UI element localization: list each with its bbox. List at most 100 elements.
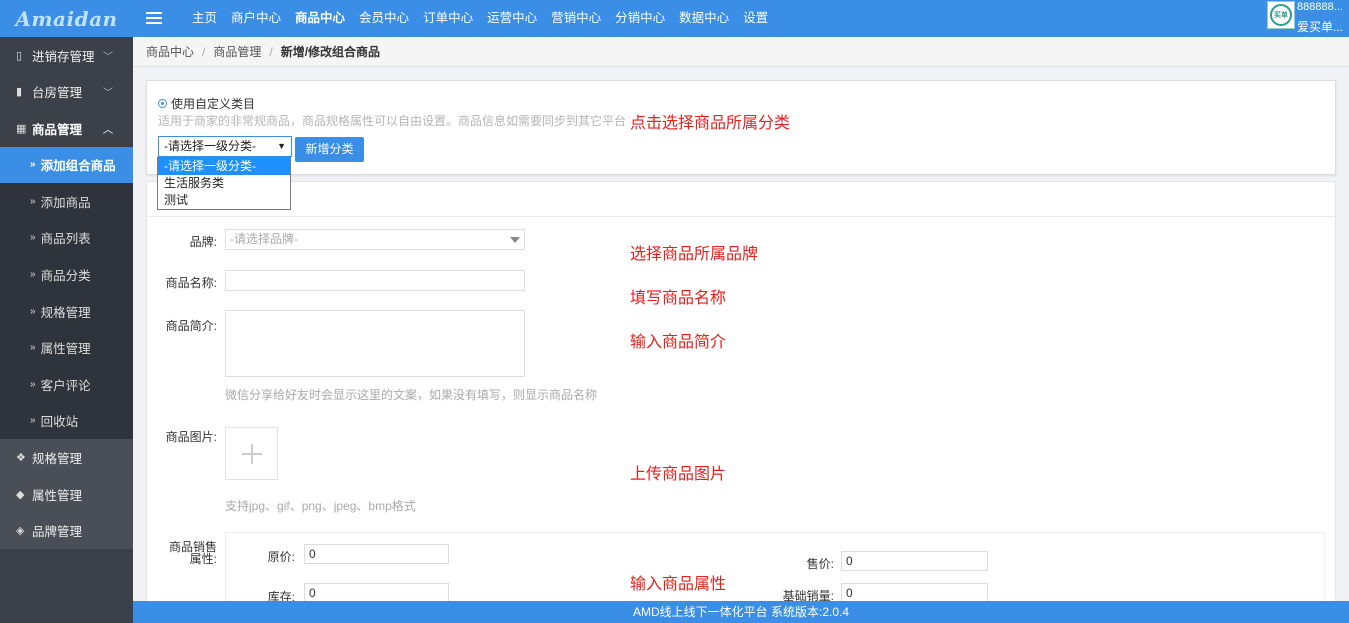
caret-down-icon: ▼	[277, 141, 286, 151]
avatar[interactable]: 买单	[1267, 1, 1295, 29]
sidebar-submenu: » 添加组合商品 » 添加商品 » 商品列表 » 商品分类 » 规格管理 » 属性管理 » 客…	[0, 146, 133, 440]
nav-product[interactable]: 商品中心	[288, 0, 352, 37]
nav-distribution[interactable]: 分销中心	[608, 0, 672, 37]
nav-data[interactable]: 数据中心	[672, 0, 736, 37]
nav-member[interactable]: 会员中心	[352, 0, 416, 37]
sidebar-group-attr[interactable]: ◆ 属性管理	[0, 476, 133, 513]
orig-price-input[interactable]: 0	[304, 544, 449, 564]
custom-category-radio[interactable]: 使用自定义类目	[158, 95, 255, 112]
sidebar-group-room[interactable]: ▮ 台房管理 ﹀	[0, 74, 133, 111]
note-intro: 输入商品简介	[630, 334, 727, 351]
sidebar-item-attr[interactable]: » 属性管理	[0, 329, 133, 366]
sidebar-item-label: 属性管理	[40, 342, 91, 357]
user-menu[interactable]: 买单 888888... 爱买单...	[1265, 0, 1349, 37]
sidebar-group-brand[interactable]: ◈ 品牌管理	[0, 512, 133, 549]
name-label: 商品名称:	[165, 276, 217, 290]
note-attrs: 输入商品属性	[630, 576, 727, 593]
sidebar: ▯ 进销存管理 ﹀ ▮ 台房管理 ﹀ ▦ 商品管理 ︿ » 添加组合商品 » 添加商…	[0, 37, 133, 623]
upload-image-button[interactable]	[225, 427, 278, 480]
brand-select[interactable]: -请选择品牌-	[225, 229, 525, 250]
sidebar-group-label: 商品管理	[32, 122, 83, 137]
sidebar-group-spec[interactable]: ❖ 规格管理	[0, 439, 133, 476]
cubes-icon: ❖	[16, 452, 26, 464]
sidebar-item-label: 回收站	[40, 415, 79, 430]
nav-home[interactable]: 主页	[185, 0, 224, 37]
nav-merchant[interactable]: 商户中心	[224, 0, 288, 37]
base-sales-input[interactable]: 0	[841, 583, 988, 601]
breadcrumb-current: 新增/修改组合商品	[280, 45, 381, 59]
double-arrow-icon: »	[30, 269, 36, 281]
add-category-button[interactable]: 新增分类	[295, 137, 364, 162]
user-name: 爱买单...	[1297, 20, 1344, 34]
chevron-down-icon: ﹀	[103, 51, 113, 63]
top-bar: Amaidan 主页 商户中心 商品中心 会员中心 订单中心 运营中心 营销中心…	[0, 0, 1349, 37]
main-content: 使用自定义类目 适用于商家的非常规商品，商品规格属性可以自由设置。商品信息如需要…	[133, 67, 1349, 601]
sidebar-item-recycle[interactable]: » 回收站	[0, 403, 133, 440]
double-arrow-icon: »	[30, 415, 36, 427]
sidebar-item-reviews[interactable]: » 客户评论	[0, 366, 133, 403]
nav-operation[interactable]: 运营中心	[480, 0, 544, 37]
logo[interactable]: Amaidan	[0, 0, 133, 37]
category-option[interactable]: 生活服务类	[158, 175, 290, 192]
note-image: 上传商品图片	[630, 466, 727, 483]
stock-input[interactable]: 0	[304, 583, 449, 601]
nav-settings[interactable]: 设置	[736, 0, 775, 37]
sidebar-bottom-groups: ❖ 规格管理 ◆ 属性管理 ◈ 品牌管理	[0, 439, 133, 549]
double-arrow-icon: »	[30, 195, 36, 207]
breadcrumb-item[interactable]: 商品管理	[213, 43, 261, 60]
sidebar-group-label: 品牌管理	[32, 525, 83, 539]
double-arrow-icon: »	[30, 378, 36, 390]
category-option[interactable]: -请选择一级分类-	[158, 158, 290, 175]
sidebar-group-product[interactable]: ▦ 商品管理 ︿	[0, 110, 133, 147]
orig-price-label: 原价:	[267, 550, 295, 564]
breadcrumb-item[interactable]: 商品中心	[146, 43, 194, 60]
category-option[interactable]: 测试	[158, 192, 290, 209]
sidebar-item-product-list[interactable]: » 商品列表	[0, 220, 133, 257]
footer: AMD线上线下一体化平台 系统版本:2.0.4	[133, 601, 1349, 623]
cube-icon: ◆	[16, 488, 25, 501]
avatar-logo-icon: 买单	[1270, 4, 1292, 26]
sidebar-group-inventory[interactable]: ▯ 进销存管理 ﹀	[0, 37, 133, 74]
user-id: 888888...	[1297, 1, 1343, 13]
intro-label: 商品简介:	[165, 319, 217, 333]
sidebar-item-label: 商品列表	[40, 232, 91, 247]
sidebar-group-label: 进销存管理	[32, 49, 95, 64]
brand-select-placeholder: -请选择品牌-	[230, 232, 298, 246]
bookmark-icon: ▮	[16, 86, 23, 99]
sidebar-item-spec[interactable]: » 规格管理	[0, 293, 133, 330]
sidebar-item-category[interactable]: » 商品分类	[0, 256, 133, 293]
note-brand: 选择商品所属品牌	[630, 246, 759, 263]
caret-down-icon	[510, 237, 520, 243]
stock-label: 库存:	[267, 590, 295, 601]
sidebar-item-label: 添加组合商品	[40, 159, 116, 174]
product-name-input[interactable]	[225, 270, 525, 291]
category-select-value: -请选择一级分类-	[164, 139, 256, 153]
breadcrumb: 商品中心 / 商品管理 / 新增/修改组合商品	[133, 37, 1349, 67]
intro-help-text: 微信分享给好友时会显示这里的文案，如果没有填写，则显示商品名称	[225, 388, 598, 402]
double-arrow-icon: »	[30, 159, 36, 171]
category-select[interactable]: -请选择一级分类- ▼	[158, 136, 292, 157]
breadcrumb-separator: /	[269, 44, 273, 59]
note-name: 填写商品名称	[630, 290, 727, 307]
double-arrow-icon: »	[30, 232, 36, 244]
price-input[interactable]: 0	[841, 551, 988, 571]
sidebar-item-add-product[interactable]: » 添加商品	[0, 183, 133, 220]
category-dropdown-list: -请选择一级分类- 生活服务类 测试	[157, 157, 291, 210]
nav-order[interactable]: 订单中心	[416, 0, 480, 37]
image-help-text: 支持jpg、gif、png、jpeg、bmp格式	[225, 499, 416, 513]
radio-label: 使用自定义类目	[171, 97, 256, 111]
nav-marketing[interactable]: 营销中心	[544, 0, 608, 37]
price-label: 售价:	[806, 557, 834, 571]
radio-checked-icon[interactable]	[158, 99, 167, 108]
sidebar-group-label: 规格管理	[32, 452, 83, 466]
sidebar-group-label: 属性管理	[32, 488, 83, 503]
menu-toggle-icon[interactable]	[146, 9, 162, 27]
sidebar-item-add-combo[interactable]: » 添加组合商品	[0, 146, 133, 184]
map-icon: ▯	[16, 49, 23, 62]
tags-icon: ◈	[16, 525, 25, 537]
category-tip: 适用于商家的非常规商品，商品规格属性可以自由设置。商品信息如需要同步到其它平台	[158, 114, 627, 128]
chevron-down-icon: ﹀	[103, 88, 113, 100]
product-intro-textarea[interactable]	[225, 310, 525, 377]
double-arrow-icon: »	[30, 342, 36, 354]
chevron-up-icon: ︿	[103, 124, 113, 136]
